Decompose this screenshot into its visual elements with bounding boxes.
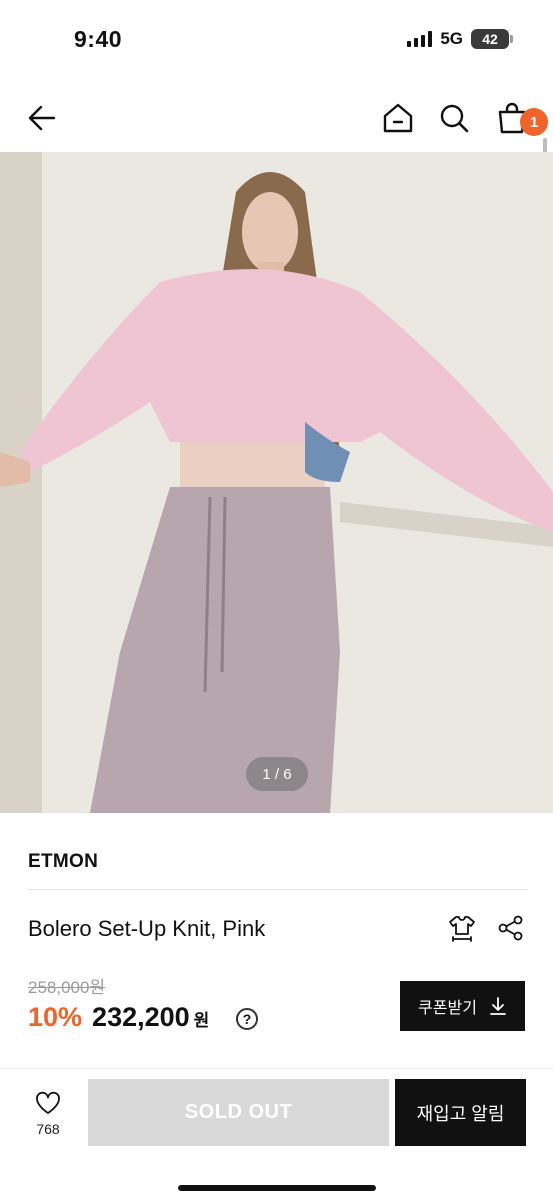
coupon-button[interactable]: 쿠폰받기: [400, 981, 525, 1031]
share-button[interactable]: [494, 911, 528, 945]
search-icon: [440, 104, 469, 133]
price-row: 10% 232,200 원: [28, 1002, 209, 1033]
discount-rate: 10%: [28, 1002, 83, 1032]
cart-button[interactable]: 1: [490, 96, 548, 140]
share-icon: [498, 915, 523, 941]
size-guide-button[interactable]: [445, 911, 479, 945]
battery-icon: 42: [471, 29, 513, 49]
search-button[interactable]: [432, 96, 476, 140]
signal-icon: [407, 31, 433, 47]
sold-out-button[interactable]: SOLD OUT: [88, 1079, 389, 1146]
home-button[interactable]: [376, 96, 420, 140]
status-time: 9:40: [74, 26, 123, 52]
heart-icon: [36, 1091, 60, 1114]
top-nav: 1: [0, 80, 553, 152]
battery-level: 42: [482, 31, 498, 47]
tshirt-size-icon: [449, 916, 475, 942]
original-price: 258,000원: [28, 978, 106, 997]
like-count: 768: [36, 1121, 60, 1137]
home-icon: [383, 103, 413, 133]
bottom-action-bar: 768 SOLD OUT 재입고 알림: [0, 1068, 553, 1200]
coupon-label: 쿠폰받기: [418, 1000, 477, 1017]
divider: [28, 889, 528, 890]
brand-name[interactable]: ETMON: [28, 851, 98, 873]
currency-unit: 원: [193, 1011, 210, 1030]
status-bar: 9:40 5G 42: [0, 0, 553, 80]
like-button[interactable]: 768: [24, 1091, 72, 1137]
home-indicator: [178, 1185, 376, 1191]
network-type: 5G: [440, 29, 463, 48]
sale-price: 232,200: [92, 1002, 190, 1032]
download-icon: [490, 997, 506, 1015]
status-indicators: 5G 42: [407, 29, 513, 49]
restock-alert-button[interactable]: 재입고 알림: [395, 1079, 526, 1146]
price-help-icon[interactable]: ?: [236, 1008, 258, 1030]
product-name: Bolero Set-Up Knit, Pink: [28, 916, 266, 941]
back-button[interactable]: [20, 96, 64, 140]
image-counter: 1 / 6: [246, 757, 308, 791]
arrow-left-icon: [28, 105, 56, 131]
cart-count-badge: 1: [520, 108, 548, 136]
product-image[interactable]: 1 / 6: [0, 152, 553, 813]
